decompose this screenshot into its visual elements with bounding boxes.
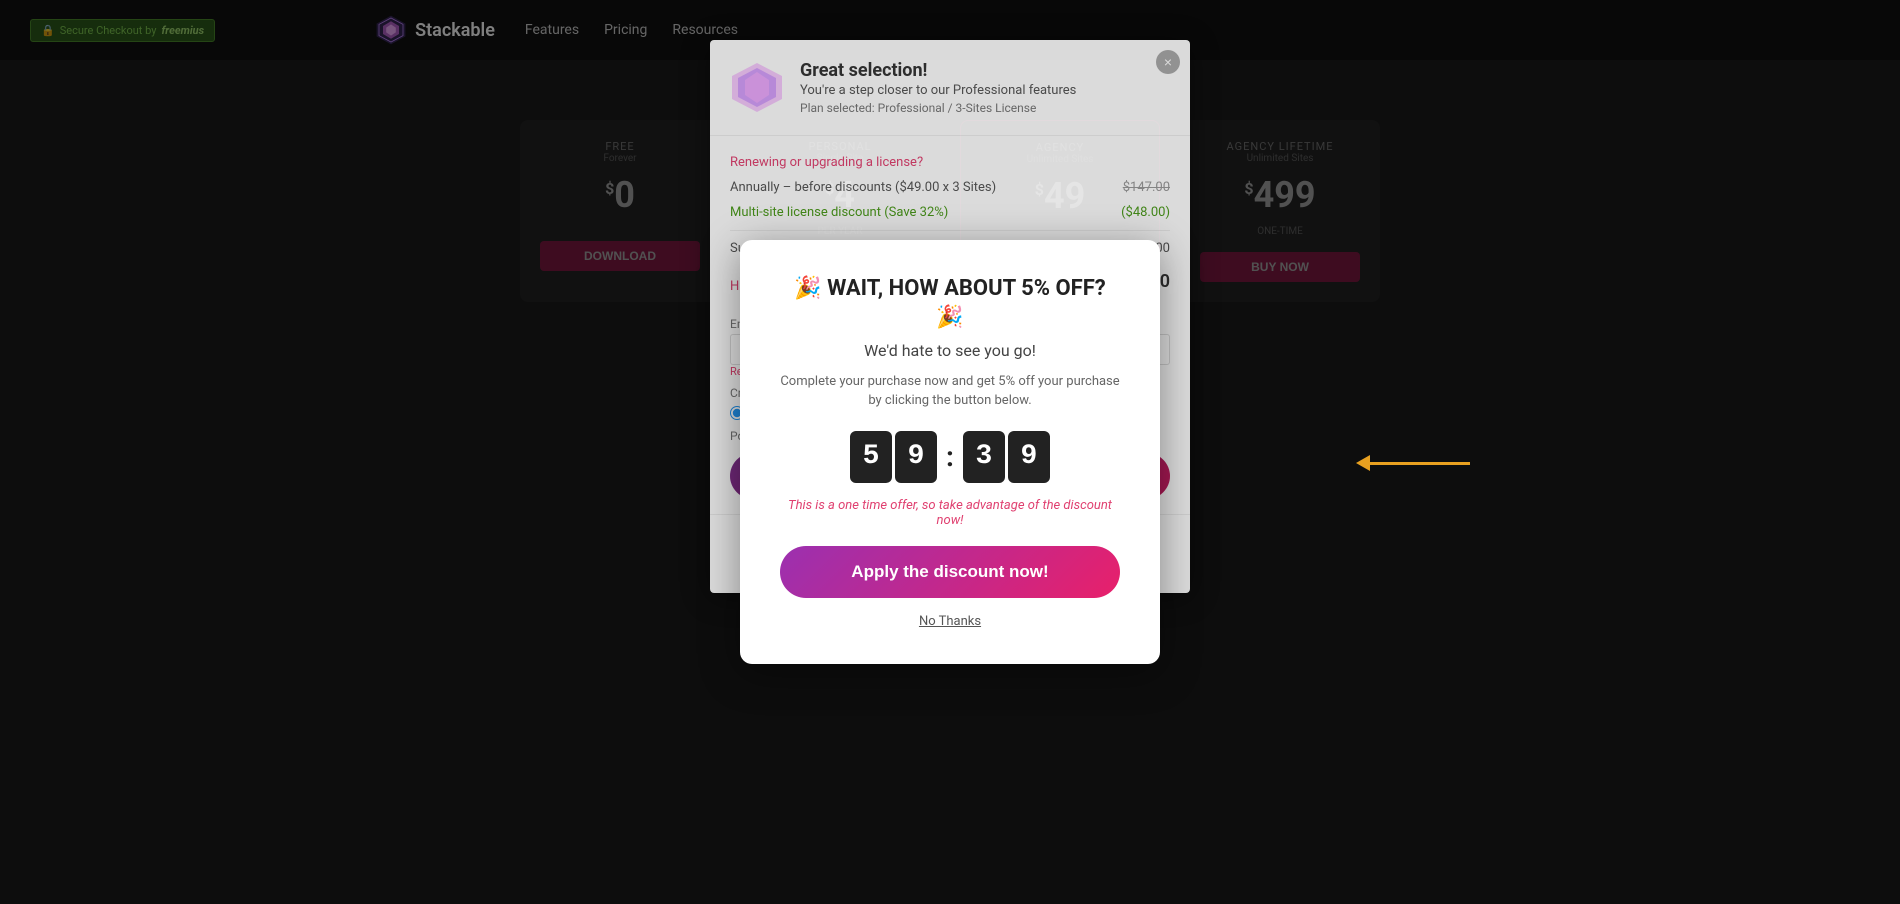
countdown-minutes: 5 9 xyxy=(850,431,937,483)
popup-description: Complete your purchase now and get 5% of… xyxy=(780,372,1120,411)
popup-overlay: 🎉 WAIT, HOW ABOUT 5% OFF? 🎉 We'd hate to… xyxy=(0,0,1900,904)
countdown-seconds-ones: 9 xyxy=(1008,431,1050,483)
countdown-timer: 5 9 : 3 9 xyxy=(780,431,1120,483)
countdown-seconds: 3 9 xyxy=(963,431,1050,483)
countdown-seconds-tens: 3 xyxy=(963,431,1005,483)
no-thanks-button[interactable]: No Thanks xyxy=(919,614,981,629)
popup-subtitle: We'd hate to see you go! xyxy=(780,341,1120,360)
apply-discount-button[interactable]: Apply the discount now! xyxy=(780,546,1120,598)
discount-popup-modal: 🎉 WAIT, HOW ABOUT 5% OFF? 🎉 We'd hate to… xyxy=(740,240,1160,663)
popup-warning-text: This is a one time offer, so take advant… xyxy=(780,498,1120,528)
popup-title: 🎉 WAIT, HOW ABOUT 5% OFF? 🎉 xyxy=(780,275,1120,332)
countdown-minutes-tens: 5 xyxy=(850,431,892,483)
countdown-colon: : xyxy=(942,440,958,473)
countdown-minutes-ones: 9 xyxy=(895,431,937,483)
